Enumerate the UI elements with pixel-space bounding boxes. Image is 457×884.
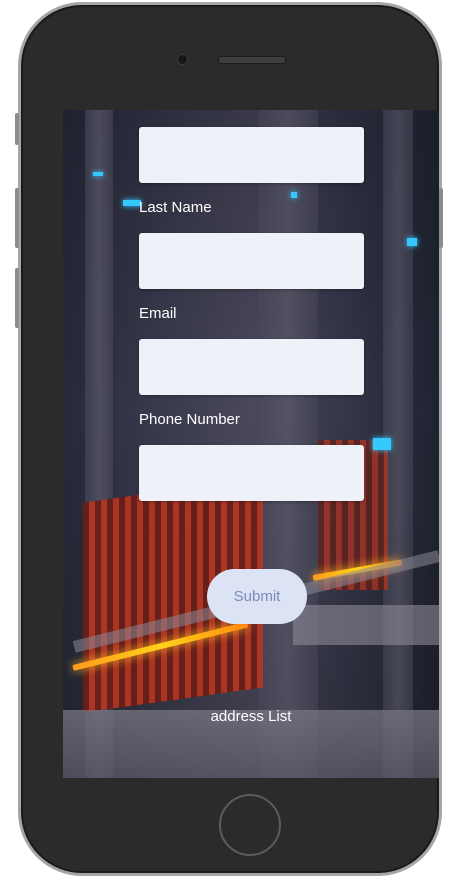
phone-number-label: Phone Number	[139, 411, 240, 428]
email-label: Email	[139, 305, 177, 322]
background-cyan-light	[373, 438, 391, 450]
mute-switch	[15, 113, 19, 145]
phone-frame: Last Name Email Phone Number Submit addr…	[18, 2, 442, 876]
background-pillar	[85, 110, 113, 778]
home-button-icon[interactable]	[219, 794, 281, 856]
submit-button[interactable]: Submit	[207, 569, 307, 624]
speaker-grille-icon	[218, 56, 286, 64]
address-list-link[interactable]: address List	[63, 708, 439, 725]
background-cyan-light	[291, 192, 297, 198]
volume-up-button	[15, 188, 19, 248]
background-light-bar	[312, 559, 403, 581]
background-pillar	[383, 110, 413, 778]
camera-icon	[177, 54, 188, 65]
background-pillar	[258, 110, 318, 778]
power-button	[439, 188, 443, 248]
background-ledge	[293, 605, 439, 645]
background-cyan-light	[93, 172, 103, 176]
last-name-label: Last Name	[139, 199, 212, 216]
last-name-field[interactable]	[139, 233, 364, 289]
first-name-field[interactable]	[139, 127, 364, 183]
background-light-bar	[72, 621, 249, 671]
phone-number-field[interactable]	[139, 445, 364, 501]
email-field[interactable]	[139, 339, 364, 395]
app-screen: Last Name Email Phone Number Submit addr…	[63, 110, 439, 778]
volume-down-button	[15, 268, 19, 328]
background-cyan-light	[407, 238, 417, 246]
